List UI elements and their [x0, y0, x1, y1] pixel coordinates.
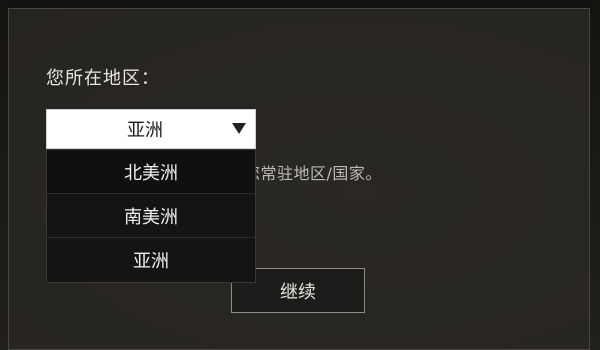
- background-right: [590, 0, 600, 350]
- dropdown-option-north-america[interactable]: 北美洲: [47, 150, 255, 194]
- region-title: 您所在地区：: [46, 68, 160, 89]
- background-left: [0, 0, 8, 350]
- region-dropdown-list: 北美洲 南美洲 亚洲: [46, 149, 256, 283]
- background-top: [0, 0, 600, 8]
- caret-down-icon: [232, 123, 246, 134]
- dropdown-option-asia[interactable]: 亚洲: [47, 238, 255, 282]
- dropdown-option-south-america[interactable]: 南美洲: [47, 194, 255, 238]
- region-select-value: 亚洲: [127, 120, 163, 141]
- region-select[interactable]: 亚洲: [46, 109, 256, 149]
- game-screen: 您所在地区： 亚洲 为了改进游戏体验，请输入您常驻地区/国家。 继续 北美洲 南…: [0, 0, 600, 350]
